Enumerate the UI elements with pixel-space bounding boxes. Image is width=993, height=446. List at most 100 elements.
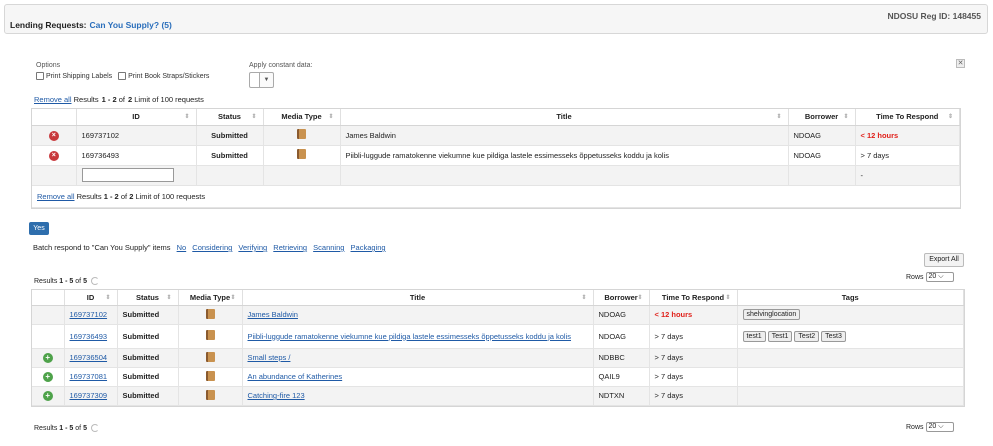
col-id[interactable]: ID ⇕ <box>64 290 118 306</box>
col-borrower[interactable]: Borrower ⇕ <box>593 290 650 306</box>
tag[interactable]: Test3 <box>821 330 846 342</box>
add-id-input[interactable] <box>81 168 174 182</box>
request-borrower: NDOAG <box>593 305 650 325</box>
sort-icon[interactable]: ⇕ <box>230 294 235 301</box>
sort-icon[interactable]: ⇕ <box>637 294 642 301</box>
col-title[interactable]: Title ⇕ <box>340 109 789 126</box>
apply-constant-data: Apply constant data: ▼ <box>249 62 312 88</box>
options-panel: Options Print Shipping Labels Print Book… <box>36 62 213 82</box>
col-status[interactable]: Status ⇕ <box>117 290 179 306</box>
refresh-icon[interactable] <box>90 424 99 432</box>
add-icon[interactable]: + <box>42 390 53 401</box>
remove-icon[interactable]: × <box>48 150 59 161</box>
print-shipping-checkbox[interactable]: Print Shipping Labels <box>36 72 112 80</box>
media-cell <box>263 145 341 166</box>
sort-icon[interactable]: ⇕ <box>581 294 586 301</box>
batch-verifying-link[interactable]: Verifying <box>238 243 267 252</box>
tag[interactable]: shelvinglocation <box>742 309 801 320</box>
checkbox-box[interactable] <box>118 72 127 80</box>
rows-per-page-top: Rows 20 ⌵ <box>906 272 954 282</box>
request-status: Submitted <box>117 348 179 368</box>
results-of: of <box>75 277 82 285</box>
selected-requests-grid: ID ⇕ Status ⇕ Media Type ⇕ Title ⇕ Borrower ⇕… <box>31 108 961 209</box>
id-cell: 169736504 <box>64 348 118 368</box>
id-input-cell <box>76 165 197 186</box>
sort-icon[interactable]: ⇕ <box>776 113 781 120</box>
action-cell <box>32 305 65 325</box>
select-value[interactable] <box>249 72 260 88</box>
sort-icon[interactable]: ⇕ <box>948 113 953 120</box>
sort-icon[interactable]: ⇕ <box>725 294 730 301</box>
remove-icon[interactable]: × <box>48 130 59 141</box>
request-title-link[interactable]: Catching-fire 123 <box>248 391 305 400</box>
table-row: 169736493 Submitted Piibli-luggude ramat… <box>32 324 964 349</box>
request-title-link[interactable]: Small steps / <box>248 353 291 362</box>
results-label: Results <box>34 424 58 432</box>
request-id-link[interactable]: 169736493 <box>70 332 108 341</box>
dash-cell: - <box>855 165 960 186</box>
col-title[interactable]: Title ⇕ <box>242 290 594 306</box>
book-icon <box>205 389 215 400</box>
sort-icon[interactable]: ⇕ <box>251 113 256 120</box>
request-id-link[interactable]: 169737309 <box>70 391 108 400</box>
col-time[interactable]: Time To Respond ⇕ <box>649 290 738 306</box>
request-id-link[interactable]: 169737102 <box>70 310 108 319</box>
col-borrower[interactable]: Borrower ⇕ <box>788 109 856 126</box>
title-cell: James Baldwin <box>242 305 594 325</box>
sort-icon[interactable]: ⇕ <box>166 294 171 301</box>
remove-all-link[interactable]: Remove all <box>37 192 75 201</box>
batch-no-link[interactable]: No <box>177 243 187 252</box>
request-title-link[interactable]: An abundance of Katherines <box>248 372 343 381</box>
export-all-button[interactable]: Export All <box>924 253 964 267</box>
col-remove <box>32 109 77 126</box>
close-icon[interactable]: ✕ <box>956 59 965 68</box>
col-media-type[interactable]: Media Type ⇕ <box>178 290 243 306</box>
col-time[interactable]: Time To Respond ⇕ <box>855 109 960 126</box>
col-tags: Tags <box>737 290 964 306</box>
page-title: Lending Requests: Can You Supply? (5) <box>10 20 172 30</box>
batch-retrieving-link[interactable]: Retrieving <box>273 243 307 252</box>
col-label: Media Type <box>189 292 231 302</box>
batch-scanning-link[interactable]: Scanning <box>313 243 344 252</box>
remove-all-link[interactable]: Remove all <box>34 95 72 104</box>
batch-respond-bar: Batch respond to "Can You Supply" items … <box>33 243 386 252</box>
media-cell <box>178 386 243 406</box>
options-label: Options <box>36 62 61 69</box>
tag[interactable]: Test1 <box>767 330 793 342</box>
constant-data-select[interactable]: ▼ <box>249 72 312 88</box>
results-limit: Limit of 100 requests <box>134 95 204 104</box>
chevron-down-icon[interactable]: ▼ <box>260 72 274 88</box>
request-time: < 12 hours <box>855 125 960 146</box>
request-id: 169736493 <box>76 145 197 166</box>
rows-select[interactable]: 20 ⌵ <box>925 422 954 432</box>
request-title-link[interactable]: James Baldwin <box>248 310 298 319</box>
request-status: Submitted <box>117 367 179 387</box>
request-borrower: NDOAG <box>788 145 856 166</box>
refresh-icon[interactable] <box>90 277 99 285</box>
add-icon[interactable]: + <box>42 371 53 382</box>
tag[interactable]: Test2 <box>794 330 820 342</box>
yes-button[interactable]: Yes <box>29 222 49 235</box>
request-id-link[interactable]: 169737081 <box>70 372 108 381</box>
book-icon <box>205 370 215 381</box>
request-title-link[interactable]: Piibli-luggude ramatokenne viekumne kue … <box>248 332 572 341</box>
tag[interactable]: test1 <box>742 330 766 342</box>
sort-icon[interactable]: ⇕ <box>184 113 189 120</box>
batch-considering-link[interactable]: Considering <box>192 243 232 252</box>
id-cell: 169737102 <box>64 305 118 325</box>
batch-packaging-link[interactable]: Packaging <box>351 243 386 252</box>
col-id[interactable]: ID ⇕ <box>76 109 197 126</box>
add-icon[interactable]: + <box>42 352 53 363</box>
sort-icon[interactable]: ⇕ <box>328 113 333 120</box>
request-status: Submitted <box>117 324 179 349</box>
rows-select[interactable]: 20 ⌵ <box>925 272 954 282</box>
tags-cell: test1 Test1 Test2 Test3 <box>737 324 964 349</box>
checkbox-box[interactable] <box>36 72 44 80</box>
print-book-checkbox[interactable]: Print Book Straps/Stickers <box>118 72 209 80</box>
col-media-type[interactable]: Media Type ⇕ <box>263 109 341 126</box>
action-cell: + <box>32 348 65 368</box>
sort-icon[interactable]: ⇕ <box>843 113 848 120</box>
sort-icon[interactable]: ⇕ <box>105 294 110 301</box>
request-id-link[interactable]: 169736504 <box>70 353 108 362</box>
col-status[interactable]: Status ⇕ <box>196 109 264 126</box>
